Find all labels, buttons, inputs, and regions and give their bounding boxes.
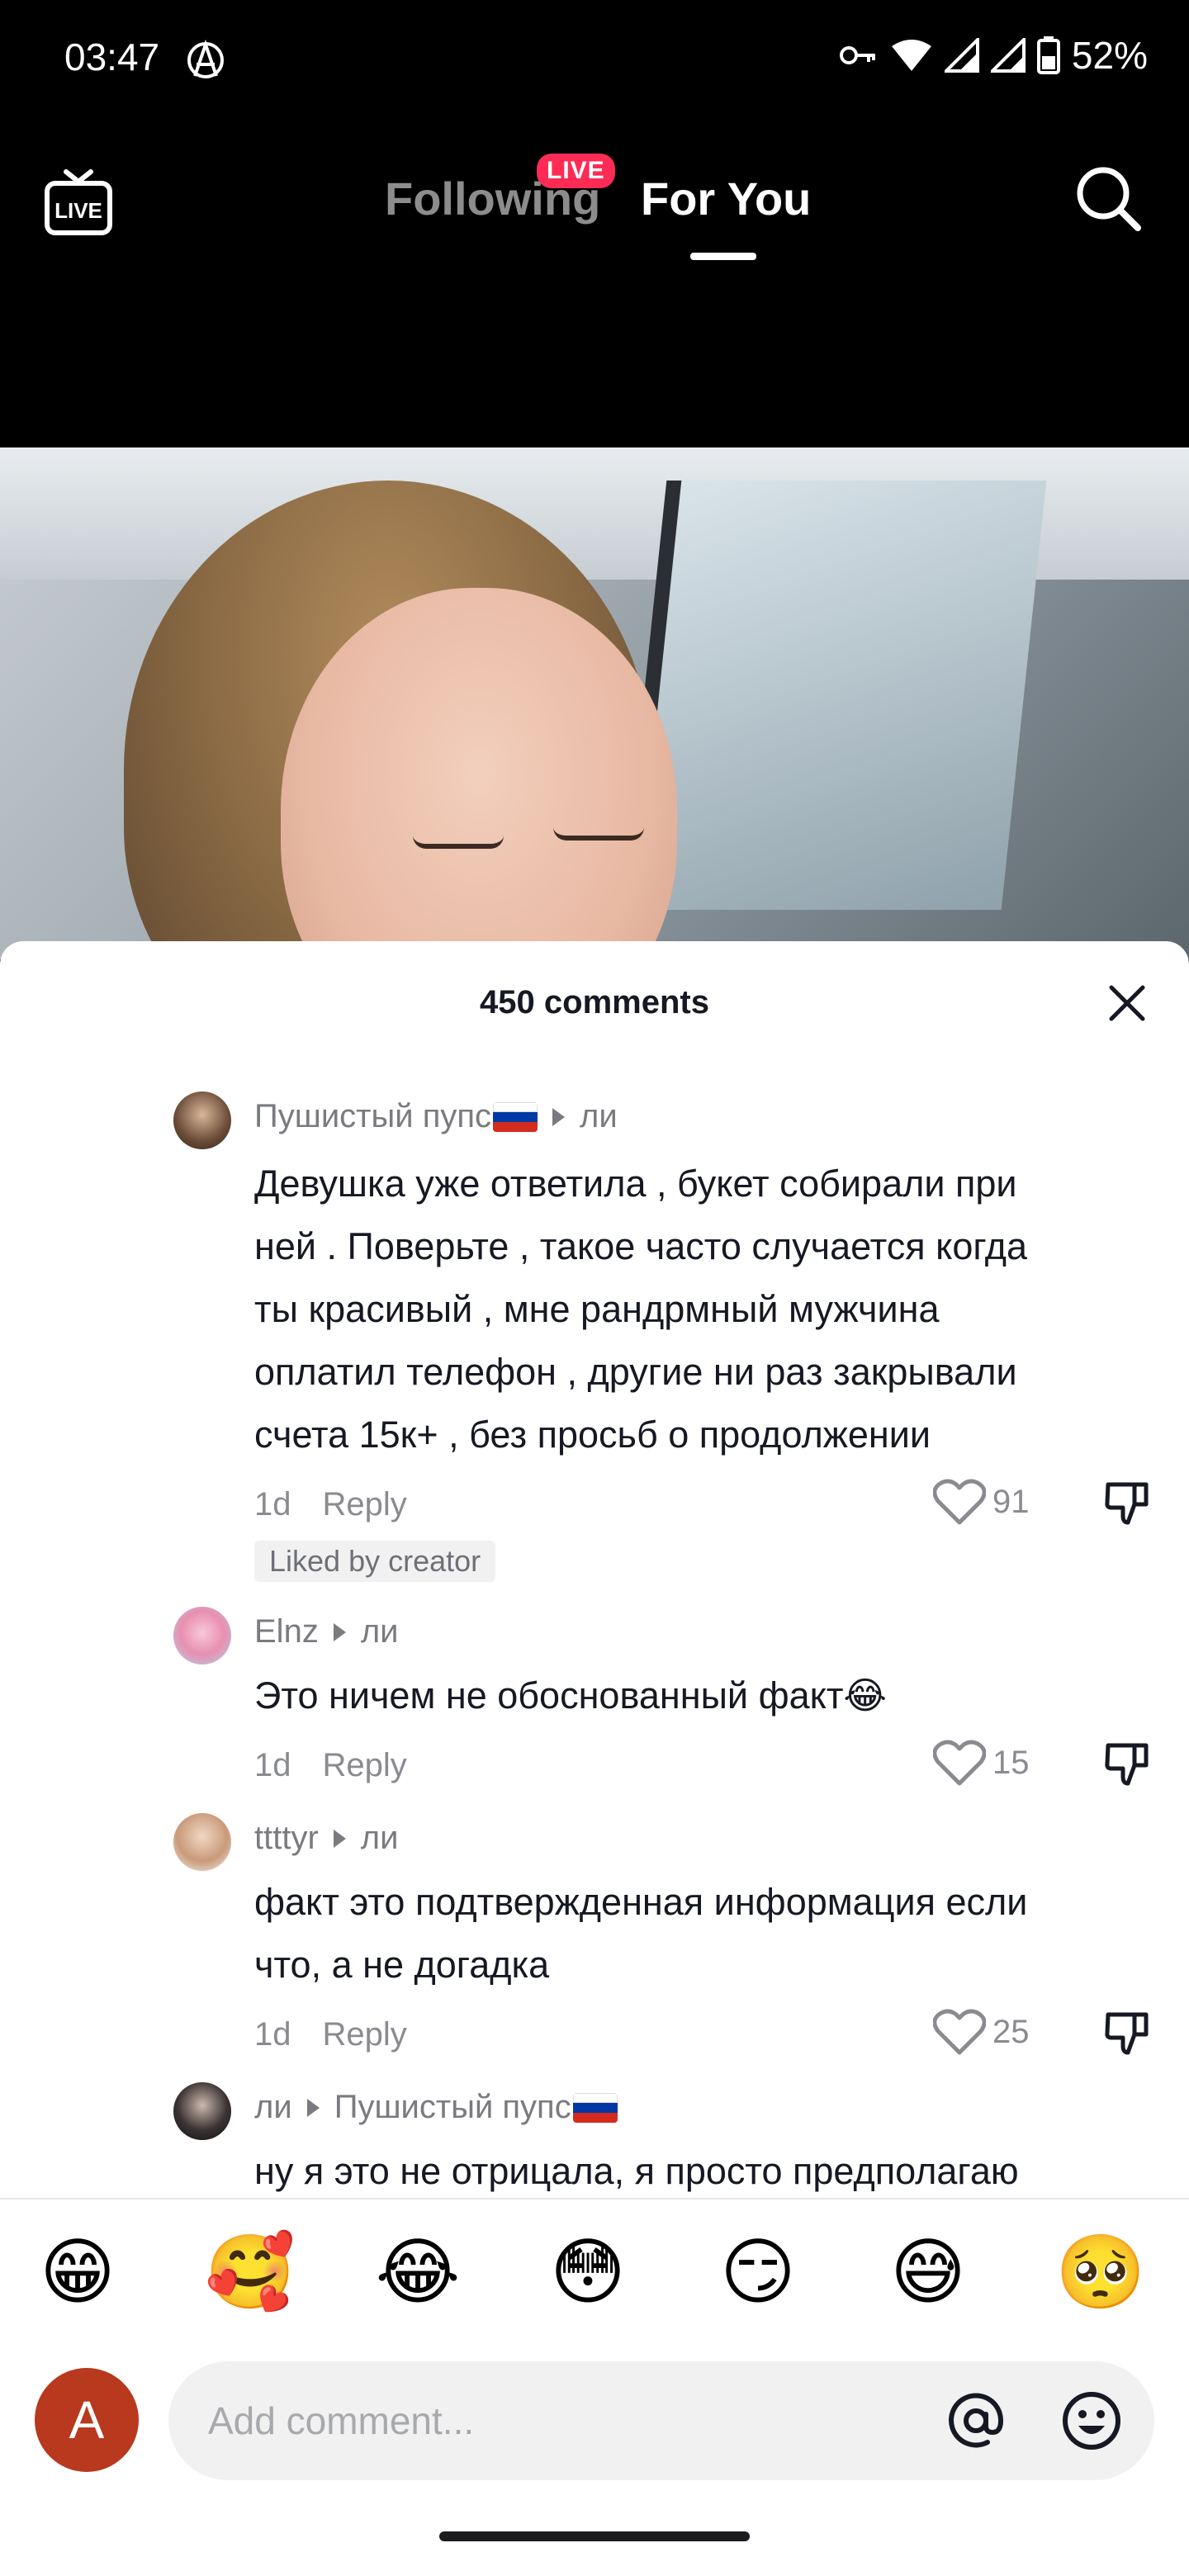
emoji-grin[interactable]: 😁	[35, 2229, 121, 2315]
signal-icon-2	[990, 38, 1026, 73]
comment-username[interactable]: Пушистый пупс ли	[254, 1098, 618, 1135]
reply-arrow-icon	[552, 1107, 566, 1126]
dislike-icon[interactable]	[1103, 1480, 1151, 1527]
comment-meta: 1d Reply	[254, 2016, 407, 2053]
like-button[interactable]: 25	[933, 2008, 1030, 2056]
avatar[interactable]	[173, 1091, 231, 1149]
emoji-smirk[interactable]: 😏	[715, 2229, 801, 2315]
emoji-picker-icon[interactable]	[1060, 2389, 1123, 2452]
avatar[interactable]	[173, 1607, 231, 1664]
home-indicator[interactable]	[439, 2531, 750, 2541]
comment-username[interactable]: Elnz ли	[254, 1613, 399, 1650]
search-icon[interactable]	[1073, 163, 1143, 233]
comment-text: Это ничем не обоснованный факт😂	[254, 1674, 888, 1717]
anarchy-icon	[187, 40, 224, 78]
live-badge: LIVE	[537, 154, 615, 188]
comment-age: 1d	[254, 2016, 291, 2053]
reply-arrow-icon	[333, 1829, 346, 1848]
signal-icon	[944, 38, 979, 73]
divider	[0, 2198, 1189, 2200]
vpn-key-icon	[839, 46, 875, 64]
russia-flag-icon	[572, 2092, 618, 2123]
comment-text: Девушка уже ответила , букет собирали пр…	[254, 1163, 1028, 1456]
status-bar: 03:47 52%	[0, 0, 1189, 116]
video-preview[interactable]	[0, 447, 1189, 959]
status-time: 03:47	[64, 36, 160, 78]
comments-count: 450 comments	[480, 984, 709, 1020]
mention-at-icon[interactable]	[945, 2389, 1007, 2452]
comment-text: ну я это не отрицала, я просто предполаг…	[254, 2150, 1019, 2192]
battery-percent: 52%	[1071, 34, 1148, 77]
comments-sheet: 450 comments Пушистый пупс ли Девушка уж…	[0, 941, 1189, 2576]
comment-username[interactable]: ли Пушистый пупс	[254, 2089, 618, 2126]
status-icons: 52%	[839, 33, 1148, 78]
reply-button[interactable]: Reply	[323, 2016, 407, 2053]
wifi-icon	[891, 40, 931, 71]
comment-username[interactable]: ttttyr ли	[254, 1820, 398, 1857]
comment-input[interactable]	[208, 2391, 885, 2451]
comment-age: 1d	[254, 1747, 291, 1783]
russia-flag-icon	[493, 1101, 538, 1132]
emoji-sweat-smile[interactable]: 😅	[885, 2229, 971, 2315]
emoji-flushed[interactable]: 😳	[545, 2229, 631, 2315]
like-count: 25	[992, 2013, 1030, 2050]
heart-icon	[933, 2009, 986, 2055]
emoji-tears-of-joy[interactable]: 😂	[375, 2229, 461, 2315]
comment-composer	[168, 2361, 1154, 2480]
heart-icon	[933, 1479, 986, 1525]
battery-icon	[1036, 36, 1060, 74]
liked-by-creator-badge: Liked by creator	[254, 1541, 496, 1582]
emoji-pleading[interactable]: 🥺	[1055, 2229, 1146, 2315]
comment-text: факт это подтвержденная информация если …	[254, 1881, 1028, 1986]
comment-age: 1d	[254, 1486, 291, 1522]
heart-icon	[933, 1740, 986, 1786]
my-avatar[interactable]: A	[35, 2368, 139, 2472]
svg-text:LIVE: LIVE	[54, 198, 102, 223]
dislike-icon[interactable]	[1103, 1740, 1151, 1788]
emoji-smiling-hearts[interactable]: 🥰	[205, 2229, 296, 2315]
avatar[interactable]	[173, 1813, 231, 1871]
emoji-quick-bar: 😁 🥰 😂 😳 😏 😅 🥺	[0, 2229, 1189, 2337]
comment-meta: 1d Reply	[254, 1486, 407, 1523]
tab-for-you[interactable]: For You	[641, 172, 811, 225]
close-icon[interactable]	[1106, 983, 1148, 1024]
live-tv-icon[interactable]: LIVE	[43, 167, 114, 238]
reply-arrow-icon	[333, 1622, 346, 1641]
like-button[interactable]: 15	[933, 1739, 1030, 1787]
reply-button[interactable]: Reply	[323, 1747, 407, 1784]
tiktok-screen: 03:47 52% LIVE Following LIVE For You 45…	[0, 0, 1189, 2576]
dislike-icon[interactable]	[1103, 2010, 1151, 2057]
reply-arrow-icon	[306, 2098, 320, 2117]
reply-button[interactable]: Reply	[323, 1486, 407, 1523]
like-count: 91	[992, 1483, 1030, 1520]
comment-meta: 1d Reply	[254, 1747, 407, 1784]
avatar[interactable]	[173, 2082, 231, 2140]
tab-active-indicator	[690, 253, 756, 260]
like-button[interactable]: 91	[933, 1478, 1030, 1526]
like-count: 15	[992, 1744, 1030, 1781]
